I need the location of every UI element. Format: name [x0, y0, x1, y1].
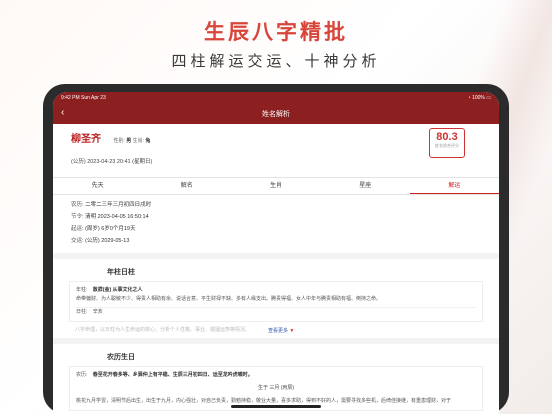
- info-value: 二零二三年三月初四日戌时: [85, 202, 152, 208]
- see-more-label: 查看更多: [268, 328, 289, 334]
- score-label: 姓名综合评分: [435, 143, 459, 148]
- tab-bar: 先天 解名 生肖 星座 解运: [53, 177, 499, 195]
- chevron-down-icon: ▼: [289, 328, 295, 334]
- promo-title: 生辰八字精批: [204, 21, 348, 44]
- tab-xingzuo[interactable]: 星座: [321, 178, 410, 194]
- profile-meta: 性别: 男 生肖: 兔: [113, 138, 150, 144]
- year-pillar-box: 年柱: 敦牂(金) 从事文化之人 命带偏财、为人聪敏不少、得贵人相助有余、说话合…: [69, 281, 483, 322]
- tab-shengxiao[interactable]: 生肖: [231, 178, 320, 194]
- profile-header: 柳圣齐 性别: 男 生肖: 兔 (公历) 2023-04-23 20:41 (星…: [53, 124, 499, 177]
- zodiac-label: 生肖:: [132, 138, 145, 144]
- profile-name: 柳圣齐: [71, 134, 101, 145]
- tablet-frame: 9:42 PM Sun Apr 23 ◔ 100% ▭ ‹ 姓名解析 柳圣齐 性…: [43, 84, 509, 414]
- info-value: (周岁) 6岁0个月19天: [85, 226, 136, 232]
- battery-icon: ▭: [486, 95, 491, 101]
- status-bar: 9:42 PM Sun Apr 23 ◔ 100% ▭: [53, 92, 499, 104]
- status-time: 9:42 PM Sun Apr 23: [61, 95, 106, 101]
- promo-subtitle: 四柱解运交运、十神分析: [171, 53, 381, 70]
- profile-date: (公历) 2023-04-23 20:41 (星期日): [71, 159, 153, 165]
- year-pillar-line: 年柱: 敦牂(金) 从事文化之人: [76, 286, 476, 295]
- lunar-birth-month: 生于 三月 (丙辰): [257, 385, 295, 391]
- lunar-birth-line: 农历: 春至花开春多等、乡驿仲上有平稳、生辰三月初四日、运至龙吟虎啸时。: [76, 371, 476, 380]
- nav-title: 姓名解析: [262, 111, 290, 118]
- tab-jieming[interactable]: 解名: [142, 178, 231, 194]
- info-label: 起运:: [71, 226, 84, 232]
- info-row-jiaoyun: 交运: (公历) 2029-05-13: [53, 235, 499, 247]
- info-row-jieling: 节令: 清明 2023-04-05 16:50:14: [53, 211, 499, 223]
- year-pillar-value: 敦牂(金) 从事文化之人: [92, 287, 143, 293]
- year-pillar-label: 年柱:: [76, 287, 88, 293]
- day-pillar-label: 日柱:: [76, 309, 88, 315]
- info-row-lunar: 农历: 二零二三年三月初四日戌时: [53, 199, 499, 211]
- info-value: (公历) 2029-05-13: [85, 238, 130, 244]
- lunar-birth-label: 农历:: [76, 372, 88, 378]
- info-label: 节令:: [71, 214, 84, 220]
- section-title-year-pillar: 年柱日柱: [107, 269, 135, 276]
- lunar-birth-value: 春至花开春多等、乡驿仲上有平稳、生辰三月初四日、运至龙吟虎啸时。: [92, 372, 253, 378]
- zodiac-value: 兔: [145, 138, 151, 144]
- battery-indicator: ◔ 100% ▭: [468, 95, 491, 101]
- score-value: 80.3: [436, 131, 458, 143]
- wifi-icon: ◔: [467, 95, 471, 101]
- section-title-lunar-birth: 农历生日: [107, 354, 135, 361]
- year-pillar-description: 命带偏财、为人聪敏不少、得贵人相助有余、说话合意、平生财禄不缺、多有人缘支出。腾…: [76, 296, 382, 302]
- battery-text: 100%: [472, 95, 485, 101]
- info-row-qiyun: 起运: (周岁) 6岁0个月19天: [53, 223, 499, 235]
- info-value: 清明 2023-04-05 16:50:14: [85, 214, 149, 220]
- info-label: 农历:: [71, 202, 84, 208]
- app-screen: 9:42 PM Sun Apr 23 ◔ 100% ▭ ‹ 姓名解析 柳圣齐 性…: [53, 92, 499, 414]
- see-more-link[interactable]: 查看更多 ▼: [268, 327, 294, 334]
- nav-bar: ‹ 姓名解析: [53, 104, 499, 124]
- gender-value: 男: [126, 138, 132, 144]
- day-pillar-value: 辛亥: [92, 309, 103, 315]
- chevron-left-icon[interactable]: ‹: [61, 107, 64, 118]
- tab-jieyun[interactable]: 解运: [409, 178, 499, 194]
- tab-xiantian[interactable]: 先天: [53, 178, 142, 194]
- score-badge: 80.3 姓名综合评分: [429, 128, 465, 158]
- info-label: 交运:: [71, 238, 84, 244]
- home-indicator[interactable]: [231, 405, 321, 408]
- gender-label: 性别:: [113, 138, 125, 144]
- day-pillar-line: 日柱: 辛亥: [76, 307, 476, 317]
